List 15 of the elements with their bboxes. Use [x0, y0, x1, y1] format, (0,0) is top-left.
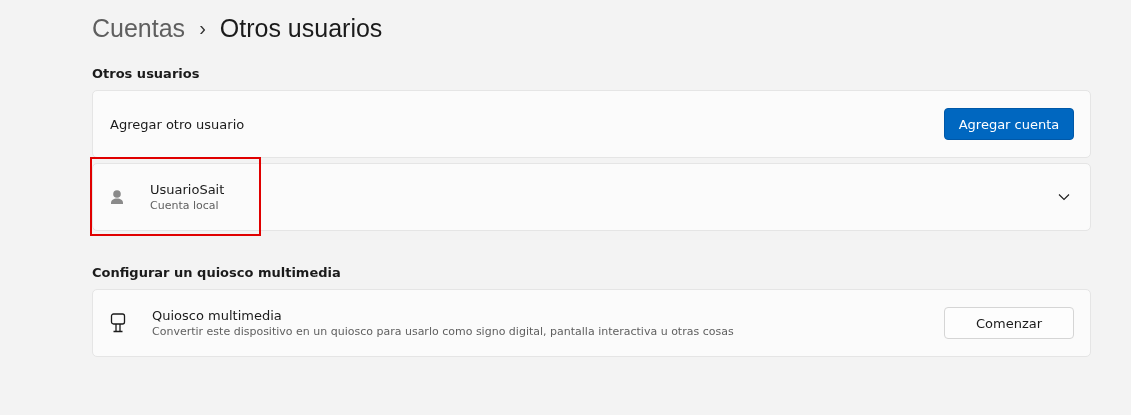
card-subtitle: Cuenta local — [150, 199, 220, 212]
breadcrumb-parent[interactable]: Cuentas — [92, 13, 186, 43]
card-title: UsuarioSait — [150, 182, 226, 197]
breadcrumb-separator: › — [199, 16, 206, 40]
page-title: Otros usuarios — [219, 13, 383, 43]
card-title: Agregar otro usuario — [110, 116, 246, 132]
section-heading: Otros usuarios — [92, 66, 201, 81]
person-icon — [110, 189, 124, 205]
card-title: Quiosco multimedia — [152, 308, 283, 323]
card-subtitle: Convertir este dispositivo en un quiosco para usarlo como signo digital, pantalla interactiva u otras cosas — [152, 325, 735, 338]
chevron-down-icon[interactable] — [1058, 193, 1070, 201]
kiosk-icon — [110, 313, 126, 333]
add-account-button[interactable]: Agregar cuenta — [944, 108, 1074, 140]
section-heading: Configurar un quiosco multimedia — [92, 265, 342, 280]
start-button[interactable]: Comenzar — [944, 307, 1074, 339]
